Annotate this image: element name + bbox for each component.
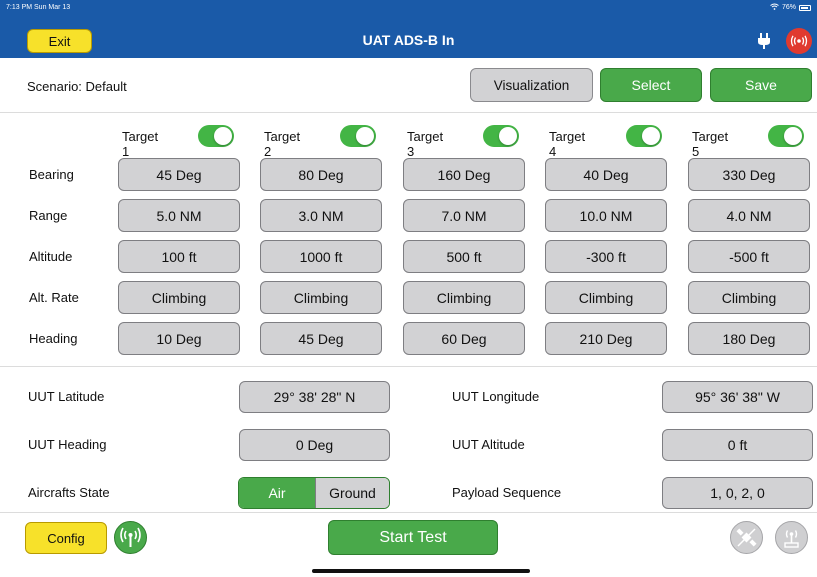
status-indicators: 76%: [770, 3, 811, 12]
range-cell[interactable]: 7.0 NM: [403, 199, 525, 232]
heading-cell[interactable]: 60 Deg: [403, 322, 525, 355]
page-title: UAT ADS-B In: [362, 32, 455, 48]
heading-cell[interactable]: 180 Deg: [688, 322, 810, 355]
scenario-label: Scenario: Default: [27, 79, 127, 94]
range-cell[interactable]: 4.0 NM: [688, 199, 810, 232]
row-label-alt-rate: Alt. Rate: [29, 290, 79, 305]
range-cell[interactable]: 3.0 NM: [260, 199, 382, 232]
target-3-toggle[interactable]: [483, 125, 519, 147]
bearing-cell[interactable]: 330 Deg: [688, 158, 810, 191]
app-screen: 7:13 PM Sun Mar 13 76% Exit UAT ADS-B In: [0, 0, 817, 577]
altitude-cell[interactable]: -500 ft: [688, 240, 810, 273]
aircrafts-state-label: Aircrafts State: [28, 485, 110, 500]
altitude-cell[interactable]: 500 ft: [403, 240, 525, 273]
visualization-button[interactable]: Visualization: [470, 68, 593, 102]
save-button[interactable]: Save: [710, 68, 812, 102]
target-5-toggle[interactable]: [768, 125, 804, 147]
altitude-cell[interactable]: 100 ft: [118, 240, 240, 273]
wifi-icon: [770, 3, 779, 12]
target-2-label: Target 2: [264, 129, 301, 159]
bearing-cell[interactable]: 80 Deg: [260, 158, 382, 191]
range-cell[interactable]: 10.0 NM: [545, 199, 667, 232]
alt-rate-cell[interactable]: Climbing: [545, 281, 667, 314]
altitude-cell[interactable]: 1000 ft: [260, 240, 382, 273]
broadcast-icon[interactable]: [786, 28, 812, 54]
altitude-cell[interactable]: -300 ft: [545, 240, 667, 273]
heading-cell[interactable]: 10 Deg: [118, 322, 240, 355]
uut-heading-label: UUT Heading: [28, 437, 107, 452]
target-2-toggle[interactable]: [340, 125, 376, 147]
range-cell[interactable]: 5.0 NM: [118, 199, 240, 232]
uut-longitude-label: UUT Longitude: [452, 389, 540, 404]
target-1-label: Target 1: [122, 129, 159, 159]
payload-sequence-label: Payload Sequence: [452, 485, 562, 500]
bearing-cell[interactable]: 160 Deg: [403, 158, 525, 191]
section-divider: [0, 366, 817, 367]
alt-rate-cell[interactable]: Climbing: [118, 281, 240, 314]
alt-rate-cell[interactable]: Climbing: [688, 281, 810, 314]
payload-sequence-field[interactable]: 1, 0, 2, 0: [662, 477, 813, 509]
uut-latitude-label: UUT Latitude: [28, 389, 105, 404]
row-label-heading: Heading: [29, 331, 78, 346]
receiver-icon[interactable]: [775, 521, 808, 554]
alt-rate-cell[interactable]: Climbing: [403, 281, 525, 314]
target-4-label: Target 4: [549, 129, 586, 159]
bearing-cell[interactable]: 45 Deg: [118, 158, 240, 191]
title-bar: 7:13 PM Sun Mar 13 76% Exit UAT ADS-B In: [0, 0, 817, 58]
satellite-off-icon[interactable]: [730, 521, 763, 554]
config-button[interactable]: Config: [25, 522, 107, 554]
heading-cell[interactable]: 210 Deg: [545, 322, 667, 355]
uut-latitude-field[interactable]: 29° 38' 28" N: [239, 381, 390, 413]
row-label-altitude: Altitude: [29, 249, 73, 264]
bearing-cell[interactable]: 40 Deg: [545, 158, 667, 191]
alt-rate-cell[interactable]: Climbing: [260, 281, 382, 314]
start-test-button[interactable]: Start Test: [328, 520, 498, 555]
state-ground-option[interactable]: Ground: [315, 478, 389, 508]
heading-cell[interactable]: 45 Deg: [260, 322, 382, 355]
aircraft-state-segmented-control: Air Ground: [238, 477, 390, 509]
target-1-toggle[interactable]: [198, 125, 234, 147]
uut-longitude-field[interactable]: 95° 36' 38" W: [662, 381, 813, 413]
uut-altitude-label: UUT Altitude: [452, 437, 525, 452]
target-5-label: Target 5: [692, 129, 729, 159]
target-4-toggle[interactable]: [626, 125, 662, 147]
plug-icon: [757, 33, 771, 49]
uut-altitude-field[interactable]: 0 ft: [662, 429, 813, 461]
battery-icon: [799, 4, 811, 11]
row-label-bearing: Bearing: [29, 167, 74, 182]
home-indicator: [312, 569, 530, 573]
target-3-label: Target 3: [407, 129, 444, 159]
select-button[interactable]: Select: [600, 68, 702, 102]
row-label-range: Range: [29, 208, 68, 223]
state-air-option[interactable]: Air: [239, 478, 315, 508]
status-time: 7:13 PM Sun Mar 13: [6, 4, 71, 11]
antenna-icon[interactable]: [114, 521, 147, 554]
uut-heading-field[interactable]: 0 Deg: [239, 429, 390, 461]
battery-percent: 76%: [781, 4, 796, 11]
